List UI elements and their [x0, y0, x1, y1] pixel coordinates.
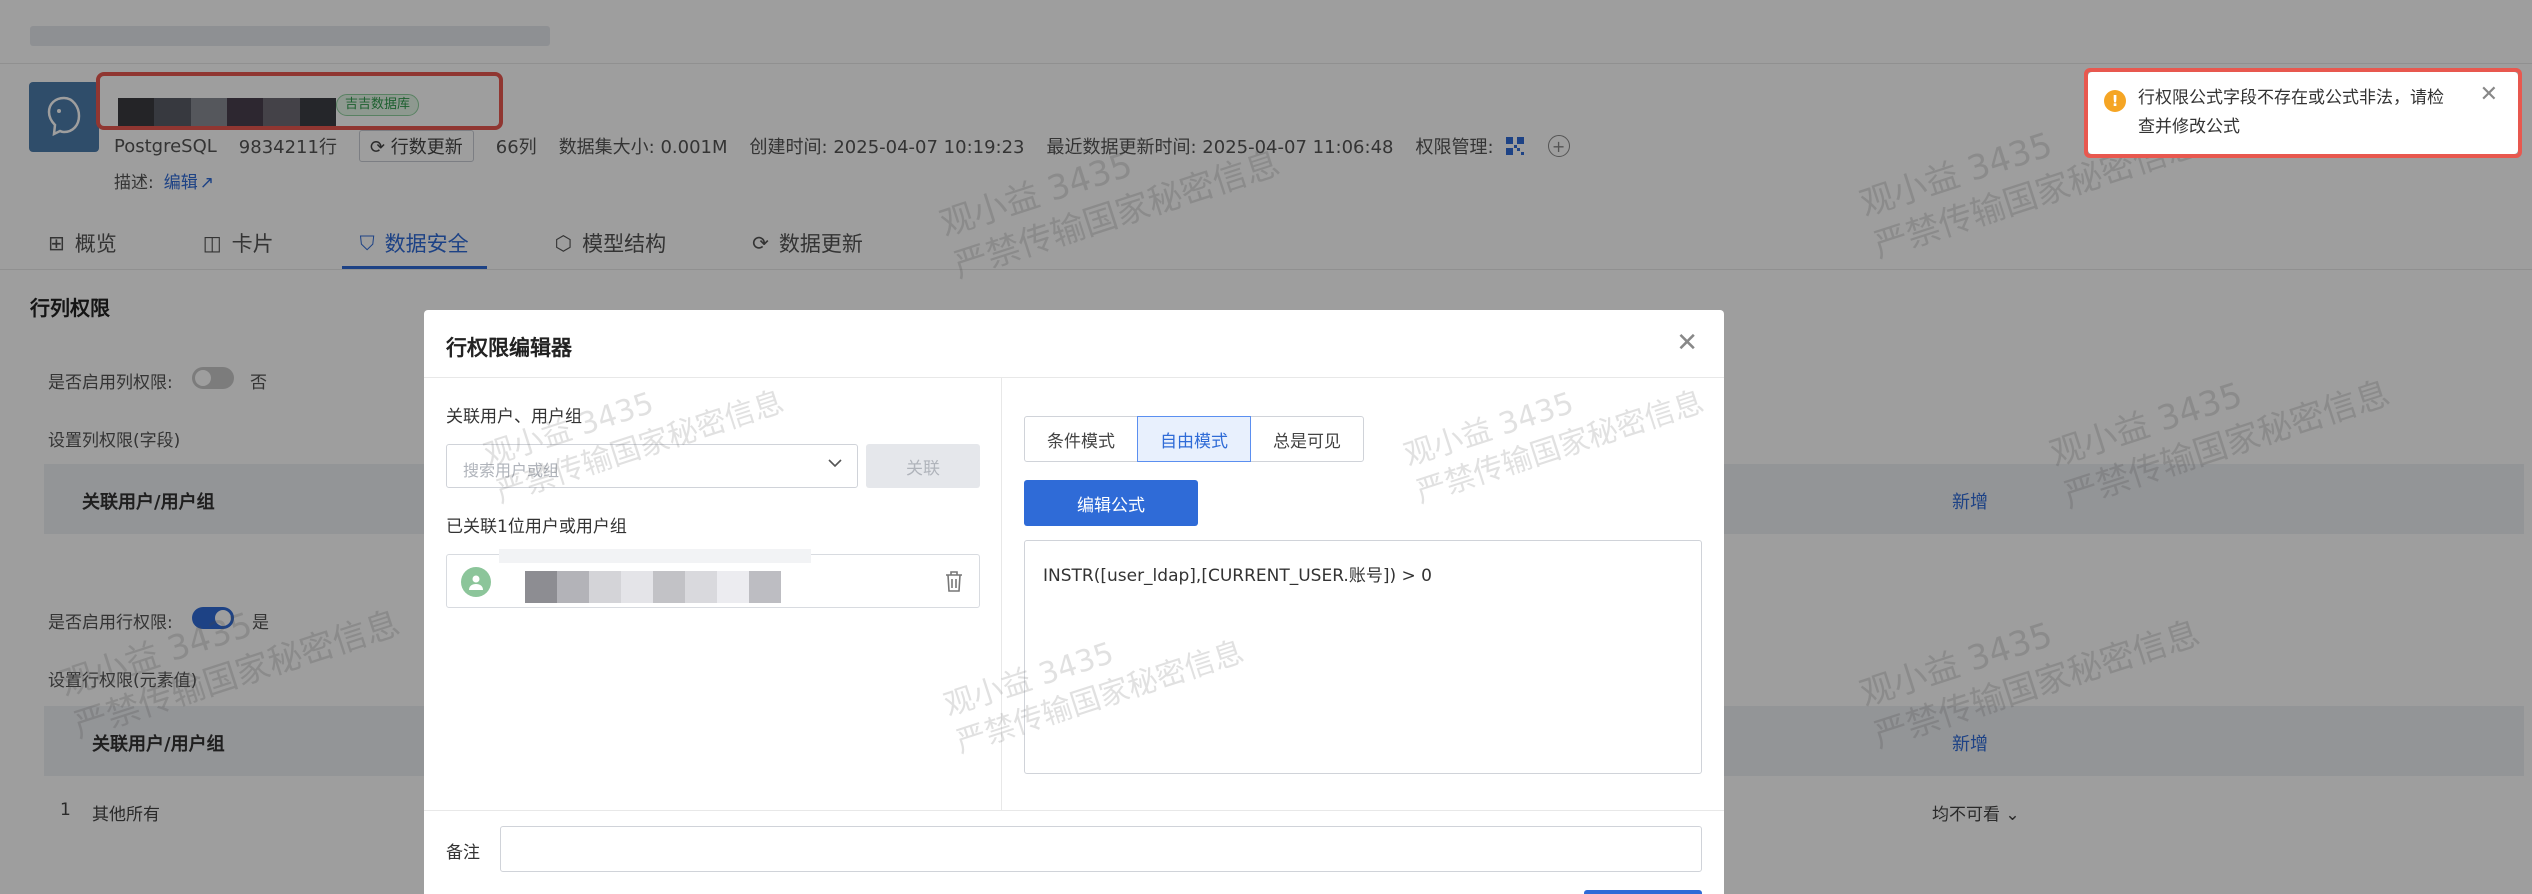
chevron-down-icon: [827, 455, 843, 475]
remark-label: 备注: [446, 843, 480, 863]
remark-input[interactable]: [500, 826, 1702, 872]
user-icon: [461, 567, 491, 597]
modal-header: 行权限编辑器 ✕: [424, 310, 1724, 378]
formula-editor[interactable]: INSTR([user_ldap],[CURRENT_USER.账号]) > 0: [1024, 540, 1702, 774]
mode-condition[interactable]: 条件模式: [1024, 416, 1138, 462]
user-search-select[interactable]: 搜索用户或组: [446, 444, 858, 488]
close-icon[interactable]: ✕: [1676, 328, 1698, 358]
assoc-label: 关联用户、用户组: [446, 407, 582, 427]
modal-divider: [424, 810, 1724, 811]
modal-title: 行权限编辑器: [446, 336, 572, 360]
toast-highlight-box: [2084, 68, 2522, 158]
confirm-button[interactable]: [1584, 890, 1702, 894]
formula-text: INSTR([user_ldap],[CURRENT_USER.账号]) > 0: [1043, 566, 1432, 586]
linked-user-item: [446, 549, 980, 608]
link-button[interactable]: 关联: [866, 444, 980, 488]
search-placeholder: 搜索用户或组: [463, 461, 560, 480]
user-name-redacted: [525, 571, 781, 603]
redacted-strip: [499, 549, 811, 563]
mode-switcher: 条件模式 自由模式 总是可见: [1024, 416, 1364, 462]
row-permission-editor-modal: 行权限编辑器 ✕ 关联用户、用户组 搜索用户或组 关联 已关联1位用户或用户组: [424, 310, 1724, 894]
assoc-pane: 关联用户、用户组 搜索用户或组 关联 已关联1位用户或用户组: [424, 378, 1002, 810]
delete-icon[interactable]: [943, 569, 965, 593]
mode-free[interactable]: 自由模式: [1137, 416, 1251, 462]
formula-pane: 条件模式 自由模式 总是可见 编辑公式 INSTR([user_ldap],[C…: [1002, 378, 1724, 810]
linked-count: 已关联1位用户或用户组: [446, 517, 627, 537]
edit-formula-button[interactable]: 编辑公式: [1024, 480, 1198, 526]
mode-always-visible[interactable]: 总是可见: [1250, 416, 1364, 462]
